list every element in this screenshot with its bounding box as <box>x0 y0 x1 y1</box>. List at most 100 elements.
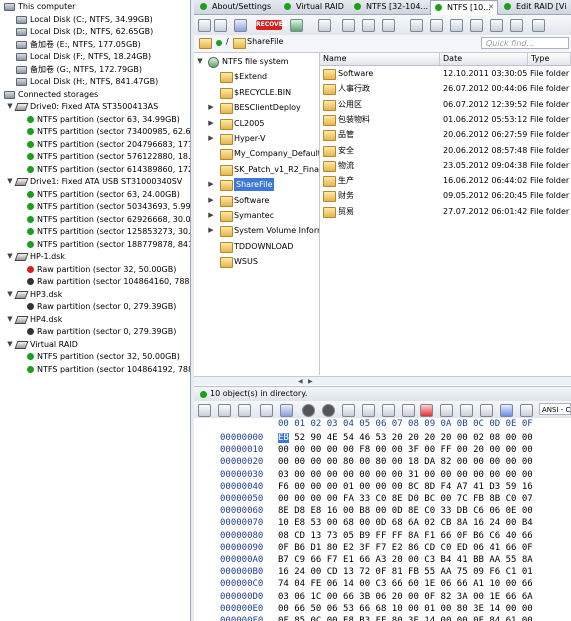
layout-icon[interactable] <box>382 19 395 32</box>
folder-tree-item[interactable]: TDDOWNLOAD <box>194 240 319 255</box>
tree-partition[interactable]: NTFS partition (sector 62926668, 30.00GB… <box>0 213 190 226</box>
select-icon[interactable] <box>218 404 231 417</box>
expand-icon[interactable]: ▶ <box>207 117 215 130</box>
tree-drive[interactable]: ▼ HP-1.dsk <box>0 250 190 263</box>
binoculars-icon[interactable] <box>234 19 247 32</box>
horizontal-scrollbar[interactable]: ◀ ▶ <box>194 376 571 385</box>
file-row[interactable]: 贸易 27.07.2012 06:01:42 File folder <box>320 204 571 219</box>
save-icon[interactable] <box>198 19 211 32</box>
folder-tree-item[interactable]: WSUS <box>194 255 319 270</box>
template-icon[interactable] <box>440 404 453 417</box>
expand-icon[interactable]: ▼ <box>196 55 204 68</box>
binoculars-icon[interactable] <box>280 404 293 417</box>
scroll-right-icon[interactable]: ▶ <box>308 378 313 385</box>
folder-tree-item[interactable]: ▶ System Volume Informati <box>194 224 319 239</box>
expand-icon[interactable]: ▼ <box>6 100 14 113</box>
expand-icon[interactable]: ▶ <box>207 178 215 191</box>
file-row[interactable]: 安全 20.06.2012 08:57:48 File folder <box>320 143 571 158</box>
recover-button[interactable]: RECOVER <box>256 20 287 30</box>
copy-icon[interactable] <box>342 19 355 32</box>
hex-bytes-row[interactable]: F6 00 00 00 01 00 00 00 8C 8D F4 A7 41 D… <box>278 482 533 492</box>
tree-disk[interactable]: Local Disk (H:, NTFS, 841.47GB) <box>0 75 190 88</box>
tree-partition[interactable]: NTFS partition (sector 50343693, 5.99GB) <box>0 200 190 213</box>
hex-bytes-row[interactable]: 08 CD 13 73 05 B9 FF FF 8A F1 66 0F B6 C… <box>278 531 533 541</box>
file-row[interactable]: 包装物料 01.06.2012 05:53:12 File folder <box>320 112 571 127</box>
file-row[interactable]: 品管 20.06.2012 06:27:59 File folder <box>320 127 571 142</box>
hex-bytes-row[interactable]: 16 24 00 CD 13 72 0F 81 FB 55 AA 75 09 F… <box>278 567 533 577</box>
tree-drive[interactable]: ▼ Drive0: Fixed ATA ST3500413AS <box>0 100 190 113</box>
gear-icon[interactable] <box>430 19 443 32</box>
hex-viewer[interactable]: 00 01 02 03 04 05 06 07 08 09 0A 0B 0C 0… <box>194 418 571 621</box>
tab-edit-raid[interactable]: Edit RAID [Vi <box>500 0 571 14</box>
tree-partition[interactable]: NTFS partition (sector 63, 34.99GB) <box>0 113 190 126</box>
folder-tree-item[interactable]: My_Company_Default_Gr <box>194 147 319 162</box>
file-row[interactable]: 人事行政 26.07.2012 00:44:06 File folder <box>320 81 571 96</box>
hex-bytes-row[interactable]: 03 00 00 00 00 00 00 00 31 00 00 00 00 0… <box>278 470 533 480</box>
charset-select[interactable]: ANSI - C <box>539 403 571 415</box>
tree-drive[interactable]: ▼ HP4.dsk <box>0 313 190 326</box>
copy-icon[interactable] <box>238 404 251 417</box>
folder-nav-icon[interactable] <box>199 38 212 49</box>
tree-partition[interactable]: NTFS partition (sector 614389860, 172.79… <box>0 163 190 176</box>
expand-icon[interactable]: ▼ <box>6 250 14 263</box>
hex-bytes-row[interactable]: 74 04 FE 06 14 00 C3 66 60 1E 06 66 A1 1… <box>278 579 533 589</box>
block-start-icon[interactable] <box>382 404 395 417</box>
folder-tree-item[interactable]: ▶ CL2005 <box>194 117 319 132</box>
folder-tree-item[interactable]: ▶ ShareFile <box>194 178 319 193</box>
tab-ntfs-1[interactable]: NTFS [32-104... <box>350 0 430 14</box>
hex-bytes-row[interactable]: 00 00 00 00 80 00 80 00 18 DA 82 00 00 0… <box>278 457 533 467</box>
breadcrumb-current[interactable]: ShareFile <box>247 37 283 46</box>
tree-drive[interactable]: ▼ Virtual RAID <box>0 338 190 351</box>
folder-tree-item[interactable]: ▶ Hyper-V <box>194 132 319 147</box>
tab-ntfs-2[interactable]: NTFS [10... ✕ <box>430 0 498 15</box>
bookmark-icon[interactable] <box>420 404 433 417</box>
tree-partition[interactable]: NTFS partition (sector 63, 24.00GB) <box>0 188 190 201</box>
expand-icon[interactable]: ▶ <box>207 209 215 222</box>
file-row[interactable]: 公用区 06.07.2012 12:39:52 File folder <box>320 97 571 112</box>
goto-icon[interactable] <box>342 404 355 417</box>
hex-bytes-row[interactable]: 8E D8 E8 16 00 B8 00 0D 8E C0 33 DB C6 0… <box>278 506 533 516</box>
hex-bytes-row[interactable]: 00 00 00 00 FA 33 C0 8E D0 BC 00 7C FB 8… <box>278 494 533 504</box>
hex-bytes-row[interactable]: EB 52 90 4E 54 46 53 20 20 20 20 00 02 0… <box>278 433 533 443</box>
tree-partition[interactable]: Raw partition (sector 104864160, 788.07G… <box>0 275 190 288</box>
expand-icon[interactable]: ▼ <box>6 338 14 351</box>
grid-icon[interactable] <box>214 19 227 32</box>
tools-icon[interactable] <box>410 19 423 32</box>
tree-disk[interactable]: Local Disk (F:, NTFS, 18.24GB) <box>0 50 190 63</box>
expand-icon[interactable]: ▼ <box>6 288 14 301</box>
undo-icon[interactable] <box>500 404 513 417</box>
expand-icon[interactable]: ▶ <box>207 224 215 237</box>
export-icon[interactable] <box>450 19 463 32</box>
tree-disk[interactable]: 备加卷 (E:, NTFS, 177.05GB) <box>0 38 190 51</box>
expand-icon[interactable]: ▶ <box>207 101 215 114</box>
tree-drive[interactable]: ▼ Drive1: Fixed ATA USB ST31000340SV <box>0 175 190 188</box>
edit-icon[interactable] <box>520 404 533 417</box>
tree-partition[interactable]: NTFS partition (sector 32, 50.00GB) <box>0 350 190 363</box>
tree-drive[interactable]: ▼ HP3.dsk <box>0 288 190 301</box>
tree-connected-storages[interactable]: Connected storages <box>0 88 190 101</box>
tree-partition[interactable]: Raw partition (sector 32, 50.00GB) <box>0 263 190 276</box>
document-icon[interactable] <box>490 19 503 32</box>
expand-icon[interactable]: ▶ <box>207 132 215 145</box>
tab-virtual-raid[interactable]: Virtual RAID <box>280 0 350 14</box>
folder-tree-root[interactable]: ▼ NTFS file system <box>194 55 319 70</box>
tree-partition[interactable]: NTFS partition (sector 104864192, 788.07… <box>0 363 190 376</box>
close-icon[interactable]: ✕ <box>488 1 494 14</box>
expand-icon[interactable]: ▼ <box>6 313 14 326</box>
folder-tree-item[interactable]: $Extend <box>194 70 319 85</box>
forward-icon[interactable] <box>322 404 335 417</box>
column-date[interactable]: Date <box>440 53 528 65</box>
tree-partition[interactable]: Raw partition (sector 0, 279.39GB) <box>0 325 190 338</box>
sync-icon[interactable] <box>480 404 493 417</box>
file-row[interactable]: Software 12.10.2011 03:30:05 File folder <box>320 66 571 81</box>
tree-disk[interactable]: Local Disk (C:, NTFS, 34.99GB) <box>0 13 190 26</box>
tree-root[interactable]: This computer <box>0 0 190 13</box>
folder-tree-item[interactable]: ▶ Software <box>194 194 319 209</box>
hex-bytes-row[interactable]: 00 00 00 00 00 F8 00 00 3F 00 FF 00 20 0… <box>278 445 533 455</box>
tree-partition[interactable]: Raw partition (sector 0, 279.39GB) <box>0 300 190 313</box>
tree-partition[interactable]: NTFS partition (sector 204796683, 177.05… <box>0 138 190 151</box>
file-row[interactable]: 财务 09.05.2012 06:20:45 File folder <box>320 188 571 203</box>
folder-tree-item[interactable]: ▶ Symantec <box>194 209 319 224</box>
folder-tree-item[interactable]: SK_Patch_v1_R2_Final_ <box>194 163 319 178</box>
tree-partition[interactable]: NTFS partition (sector 73400985, 62.65GB… <box>0 125 190 138</box>
